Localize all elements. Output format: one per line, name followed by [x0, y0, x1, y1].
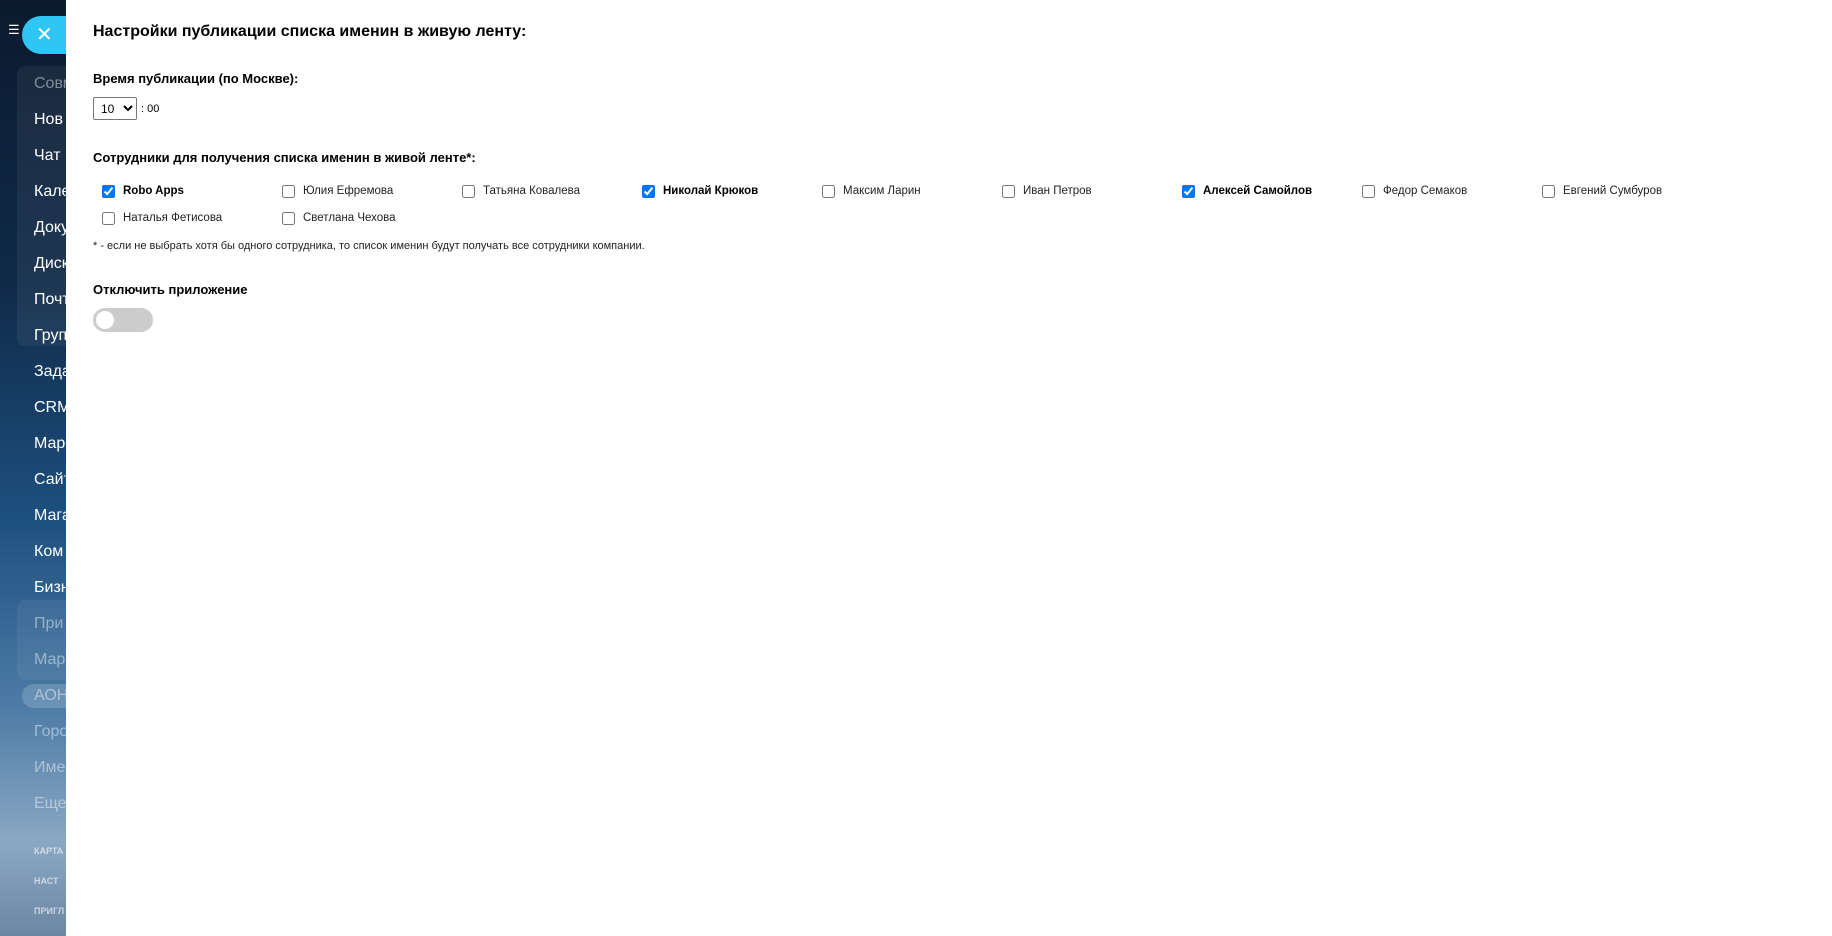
close-icon: ✕: [36, 24, 53, 46]
employee-checkbox[interactable]: [282, 184, 295, 198]
sidebar-item[interactable]: Зада: [34, 363, 66, 381]
employees-list: Robo Apps Юлия Ефремова Татьяна Ковалева Ни…: [102, 183, 1742, 226]
employee-item[interactable]: Максим Ларин: [822, 183, 1002, 199]
employee-checkbox[interactable]: [102, 211, 115, 225]
sidebar-item[interactable]: При: [34, 615, 63, 633]
employee-checkbox[interactable]: [1542, 184, 1555, 198]
employee-checkbox[interactable]: [822, 184, 835, 198]
publish-time-row: 10 : 00: [93, 97, 159, 120]
employee-name: Наталья Фетисова: [123, 212, 223, 224]
employee-name: Светлана Чехова: [303, 212, 396, 224]
employee-item[interactable]: Robo Apps: [102, 183, 282, 199]
hour-select[interactable]: 10: [93, 97, 137, 120]
employee-checkbox[interactable]: [102, 184, 115, 198]
sidebar-item[interactable]: Груп: [34, 327, 66, 345]
sidebar-item[interactable]: Почт: [34, 291, 66, 309]
sidebar-item[interactable]: Чат: [34, 147, 61, 165]
employee-name: Юлия Ефремова: [303, 185, 394, 197]
sidebar-item[interactable]: Мар: [34, 435, 65, 453]
sidebar-item[interactable]: КАРТА: [34, 846, 63, 856]
sidebar-item[interactable]: Доку: [34, 219, 66, 237]
employee-checkbox[interactable]: [1182, 184, 1195, 198]
employee-item[interactable]: Светлана Чехова: [282, 210, 462, 226]
disable-app-label: Отключить приложение: [93, 282, 248, 297]
employee-checkbox[interactable]: [642, 184, 655, 198]
sidebar-item[interactable]: Совм: [34, 75, 66, 93]
sidebar-item[interactable]: Име: [34, 759, 65, 777]
employees-footnote: * - если не выбрать хотя бы одного сотру…: [93, 240, 645, 252]
sidebar-item[interactable]: НАСТ: [34, 876, 59, 886]
sidebar-item[interactable]: Горо: [34, 723, 66, 741]
sidebar-item[interactable]: Ком: [34, 543, 63, 561]
sidebar-item[interactable]: АОН: [34, 687, 66, 705]
sidebar-item[interactable]: Кале: [34, 183, 66, 201]
page-title: Настройки публикации списка именин в жив…: [93, 23, 527, 40]
employee-name: Николай Крюков: [663, 185, 759, 197]
sidebar-item[interactable]: Нов: [34, 111, 63, 129]
sidebar-item[interactable]: Бизн: [34, 579, 66, 597]
minutes-text: : 00: [141, 102, 160, 115]
employee-checkbox[interactable]: [1002, 184, 1015, 198]
sidebar-item[interactable]: Диск: [34, 255, 66, 273]
sidebar-item[interactable]: ПРИГЛ: [34, 906, 64, 916]
disable-app-toggle[interactable]: [93, 308, 153, 332]
employee-item[interactable]: Иван Петров: [1002, 183, 1182, 199]
settings-panel: Настройки публикации списка именин в жив…: [66, 0, 1832, 936]
employee-item[interactable]: Николай Крюков: [642, 183, 822, 199]
employee-item[interactable]: Федор Семаков: [1362, 183, 1542, 199]
employee-item[interactable]: Татьяна Ковалева: [462, 183, 642, 199]
employee-name: Robo Apps: [123, 185, 184, 197]
employee-name: Федор Семаков: [1383, 185, 1468, 197]
employee-name: Максим Ларин: [843, 185, 921, 197]
employee-item[interactable]: Евгений Сумбуров: [1542, 183, 1722, 199]
employee-name: Татьяна Ковалева: [483, 185, 581, 197]
employee-item[interactable]: Алексей Самойлов: [1182, 183, 1362, 199]
employee-checkbox[interactable]: [1362, 184, 1375, 198]
employee-name: Алексей Самойлов: [1203, 185, 1313, 197]
employee-name: Иван Петров: [1023, 185, 1092, 197]
employee-name: Евгений Сумбуров: [1563, 185, 1663, 197]
sidebar-item[interactable]: Мага: [34, 507, 66, 525]
sidebar-item[interactable]: Сайт: [34, 471, 66, 489]
menu-icon[interactable]: ☰: [8, 23, 22, 36]
employees-label: Сотрудники для получения списка именин в…: [93, 150, 476, 165]
sidebar-item[interactable]: Еще: [34, 795, 66, 813]
employee-checkbox[interactable]: [282, 211, 295, 225]
background-sidebar: ☰ Совм Нов Чат Кале Доку Диск Почт Груп Зада CRM М…: [0, 0, 66, 936]
employee-item[interactable]: Юлия Ефремова: [282, 183, 462, 199]
employee-item[interactable]: Наталья Фетисова: [102, 210, 282, 226]
employee-checkbox[interactable]: [462, 184, 475, 198]
sidebar-item[interactable]: CRM: [34, 399, 66, 417]
sidebar-item[interactable]: Мар: [34, 651, 65, 669]
publish-time-label: Время публикации (по Москве):: [93, 71, 299, 86]
toggle-knob: [96, 311, 114, 329]
